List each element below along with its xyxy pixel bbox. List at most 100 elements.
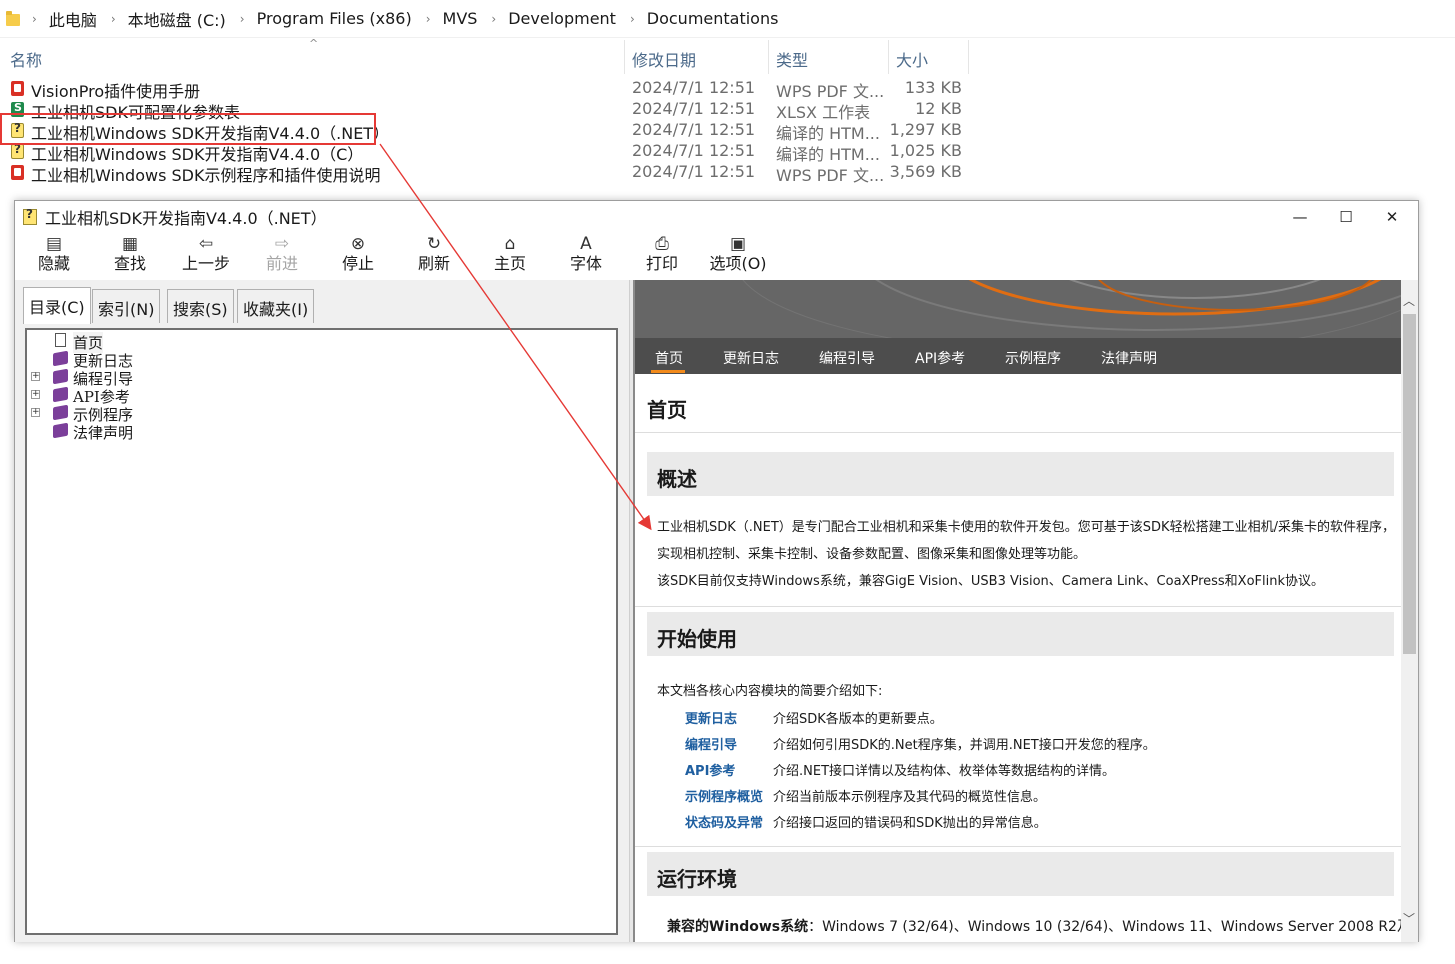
refresh-icon: ↻	[426, 234, 442, 254]
module-link[interactable]: API参考	[685, 760, 735, 779]
find-label: 查找	[113, 254, 146, 273]
module-link[interactable]: 更新日志	[685, 708, 737, 727]
column-header-type[interactable]: 类型	[776, 47, 808, 71]
file-size: 12 KB	[915, 99, 962, 118]
folder-icon	[6, 11, 20, 26]
print-icon: ⎙	[655, 234, 669, 254]
nav-home[interactable]: 首页	[655, 348, 683, 368]
column-header-size[interactable]: 大小	[896, 47, 928, 71]
banner-arcs-graphic	[742, 280, 1403, 338]
expand-icon[interactable]: +	[31, 390, 40, 399]
chevron-right-icon[interactable]: ›	[630, 12, 635, 26]
close-button[interactable]: ✕	[1369, 201, 1415, 232]
tree-node-changelog[interactable]: 更新日志	[35, 350, 155, 370]
scroll-up-icon[interactable]: ︿	[1403, 292, 1415, 309]
tree-node-api-reference[interactable]: + API参考	[31, 386, 155, 406]
module-desc: 介绍接口返回的错误码和SDK抛出的异常信息。	[773, 816, 1047, 831]
module-link[interactable]: 示例程序概览	[685, 786, 763, 805]
column-divider[interactable]	[624, 40, 625, 74]
back-icon: ⇦	[198, 234, 214, 254]
hide-button[interactable]: ▤ 隐藏	[17, 232, 91, 280]
annotation-highlight-box	[0, 113, 376, 145]
tab-contents[interactable]: 目录(C)	[23, 287, 91, 324]
scroll-down-icon[interactable]: ﹀	[1403, 910, 1415, 927]
header-banner	[635, 280, 1403, 338]
tree-node-programming-guide[interactable]: + 编程引导	[31, 368, 155, 388]
chm-file-icon	[11, 142, 24, 159]
tab-search[interactable]: 搜索(S)	[167, 289, 234, 323]
section-heading-getting-started: 开始使用	[647, 612, 1394, 656]
chevron-right-icon[interactable]: ›	[491, 12, 496, 26]
scroll-thumb[interactable]	[1403, 314, 1416, 654]
home-button[interactable]: ⌂ 主页	[473, 232, 547, 280]
find-button[interactable]: ▦ 查找	[93, 232, 167, 280]
find-icon: ▦	[121, 234, 139, 254]
file-size: 133 KB	[904, 78, 962, 97]
divider	[635, 432, 1403, 433]
file-date: 2024/7/1 12:51	[632, 120, 756, 139]
address-bar[interactable]: › 此电脑 › 本地磁盘 (C:) › Program Files (x86) …	[0, 0, 1455, 38]
module-desc: 介绍如何引用SDK的.Net程序集，并调用.NET接口开发您的程序。	[773, 738, 1156, 753]
title-bar[interactable]: 工业相机SDK开发指南V4.4.0（.NET） — ☐ ✕	[15, 201, 1418, 232]
nav-api-reference[interactable]: API参考	[915, 348, 965, 368]
column-divider[interactable]	[768, 40, 769, 74]
divider	[635, 846, 1403, 847]
refresh-button[interactable]: ↻ 刷新	[397, 232, 471, 280]
file-row[interactable]: 工业相机Windows SDK示例程序和插件使用说明 2024/7/1 12:5…	[0, 162, 980, 185]
forward-icon: ⇨	[274, 234, 290, 254]
hide-label: 隐藏	[37, 254, 70, 273]
file-size: 1,025 KB	[889, 141, 962, 160]
breadcrumb-local-disk[interactable]: 本地磁盘 (C:)	[128, 7, 226, 31]
print-button[interactable]: ⎙ 打印	[625, 232, 699, 280]
chevron-right-icon[interactable]: ›	[111, 12, 116, 26]
column-header-date[interactable]: 修改日期	[632, 47, 696, 71]
page-title: 首页	[647, 398, 687, 422]
tab-favorites[interactable]: 收藏夹(I)	[237, 289, 315, 323]
breadcrumb-program-files[interactable]: Program Files (x86)	[257, 9, 412, 28]
content-pane: 首页 更新日志 编程引导 API参考 示例程序 法律声明 首页 概述 工业相机S…	[633, 280, 1418, 942]
tree-node-home[interactable]: 首页	[35, 332, 155, 353]
nav-changelog[interactable]: 更新日志	[723, 348, 779, 368]
minimize-button[interactable]: —	[1277, 201, 1323, 232]
module-link[interactable]: 编程引导	[685, 734, 737, 753]
file-row[interactable]: VisionPro插件使用手册 2024/7/1 12:51 WPS PDF 文…	[0, 78, 980, 101]
nav-active-underline	[651, 370, 685, 373]
expand-icon[interactable]: +	[31, 408, 40, 417]
stop-icon: ⊗	[350, 234, 366, 254]
getting-started-lead: 本文档各核心内容模块的简要介绍如下:	[657, 684, 883, 699]
print-label: 打印	[645, 254, 678, 273]
tree-node-samples[interactable]: + 示例程序	[31, 404, 155, 424]
file-date: 2024/7/1 12:51	[632, 162, 756, 181]
column-header-name[interactable]: 名称	[10, 47, 42, 71]
chevron-right-icon[interactable]: ›	[426, 12, 431, 26]
stop-button[interactable]: ⊗ 停止	[321, 232, 395, 280]
chevron-right-icon[interactable]: ›	[240, 12, 245, 26]
breadcrumb-mvs[interactable]: MVS	[443, 9, 478, 28]
hide-icon: ▤	[45, 234, 63, 254]
back-button[interactable]: ⇦ 上一步	[169, 232, 243, 280]
nav-legal[interactable]: 法律声明	[1101, 348, 1157, 368]
tab-index[interactable]: 索引(N)	[92, 289, 161, 323]
nav-programming-guide[interactable]: 编程引导	[819, 348, 875, 368]
font-button[interactable]: A 字体	[549, 232, 623, 280]
file-date: 2024/7/1 12:51	[632, 141, 756, 160]
maximize-button[interactable]: ☐	[1323, 201, 1369, 232]
environment-label: 兼容的Windows系统	[667, 919, 809, 935]
breadcrumb-this-pc[interactable]: 此电脑	[49, 7, 97, 31]
pdf-file-icon	[11, 165, 24, 180]
sort-ascending-icon: ^	[309, 37, 319, 50]
expand-icon[interactable]: +	[31, 372, 40, 381]
column-divider[interactable]	[888, 40, 889, 74]
file-explorer: › 此电脑 › 本地磁盘 (C:) › Program Files (x86) …	[0, 0, 1455, 200]
tree-node-legal[interactable]: 法律声明	[35, 422, 155, 442]
column-divider[interactable]	[968, 40, 969, 74]
options-button[interactable]: ▣ 选项(O)	[699, 232, 777, 280]
chevron-right-icon[interactable]: ›	[32, 12, 37, 26]
vertical-scrollbar[interactable]: ︿ ﹀	[1401, 280, 1418, 942]
forward-button[interactable]: ⇨ 前进	[245, 232, 319, 280]
breadcrumb-development[interactable]: Development	[508, 9, 616, 28]
module-desc: 介绍当前版本示例程序及其代码的概览性信息。	[773, 790, 1047, 805]
module-link[interactable]: 状态码及异常	[685, 812, 763, 831]
nav-samples[interactable]: 示例程序	[1005, 348, 1061, 368]
breadcrumb-documentations[interactable]: Documentations	[647, 9, 779, 28]
